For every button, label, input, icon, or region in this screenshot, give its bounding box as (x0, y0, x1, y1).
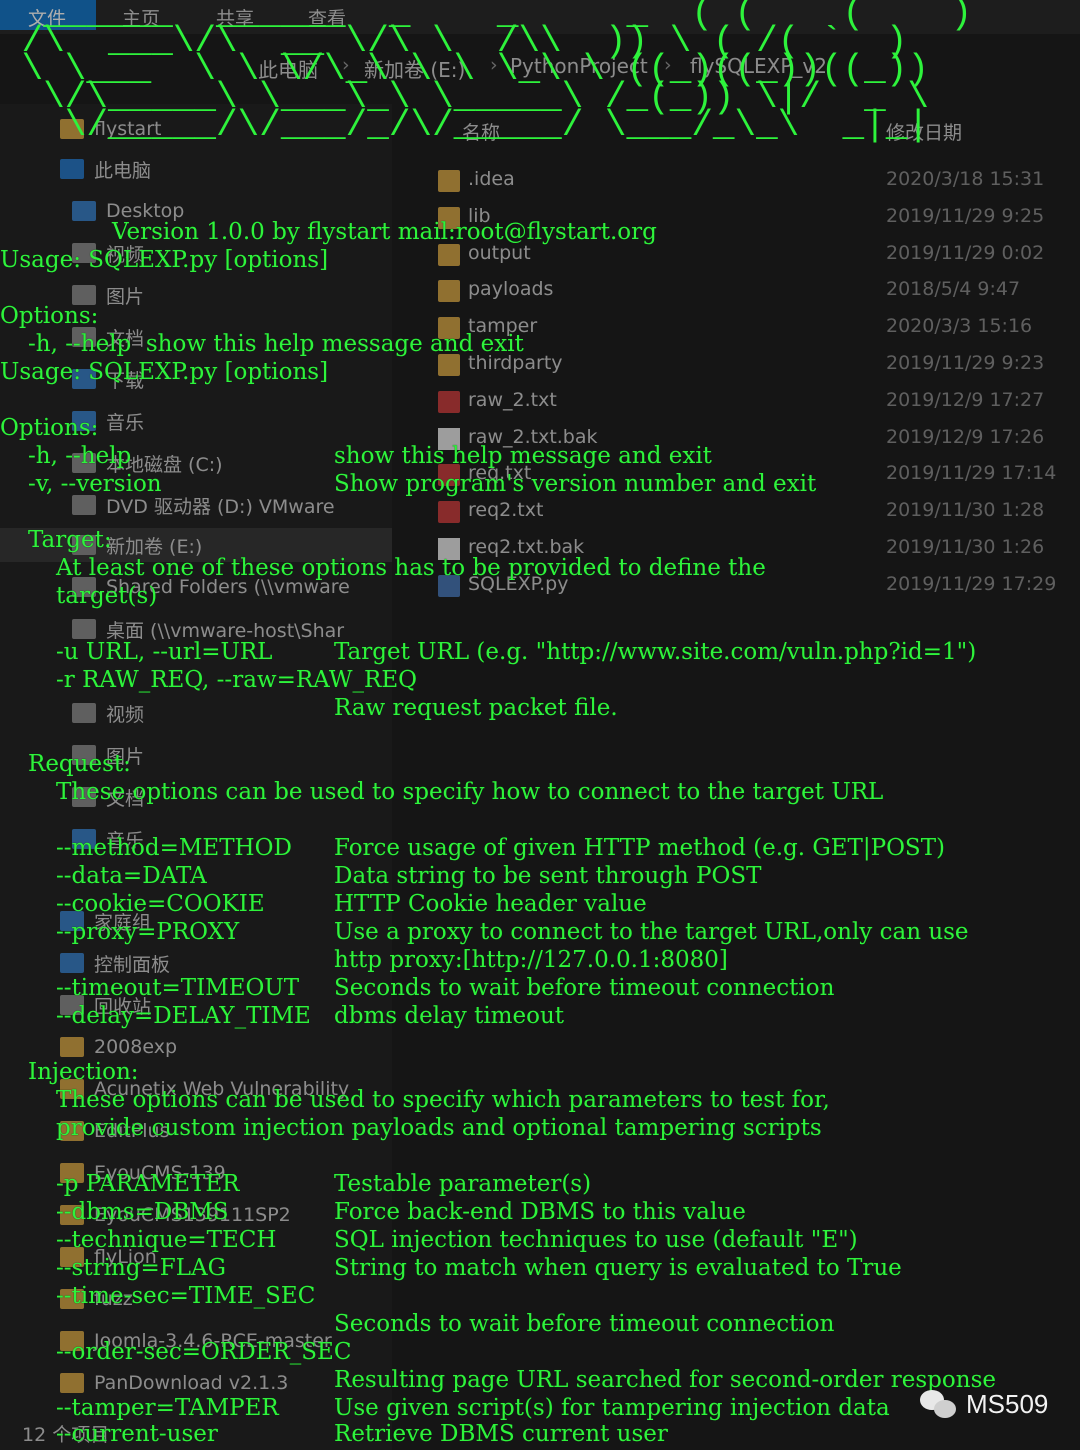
wechat-icon (920, 1388, 960, 1420)
option-description: Show program's version number and exit (334, 471, 817, 497)
option-flag: -v, --version (28, 471, 162, 497)
option-description: Force back-end DBMS to this value (334, 1199, 746, 1225)
option-flag: -h, --help (28, 443, 132, 469)
option-description: show this help message and exit (334, 443, 712, 469)
option-description: Testable parameter(s) (334, 1171, 592, 1197)
option-description: Data string to be sent through POST (334, 863, 762, 889)
usage-line: Usage: SQLEXP.py [options] (0, 247, 329, 273)
option-flag: --data=DATA (56, 863, 207, 889)
option-description: Retrieve DBMS current user (334, 1421, 668, 1447)
section-description: These options can be used to specify whi… (56, 1087, 830, 1113)
option-description: Seconds to wait before timeout connectio… (334, 1311, 835, 1337)
section-heading-target: Target: (28, 527, 112, 553)
option-description: http proxy:[http://127.0.0.1:8080] (334, 947, 728, 973)
terminal-output: ______ ______ _ _ _ ( ( ( ) /\ ___\/\ __… (0, 0, 1080, 1450)
options-heading: Options: (0, 303, 99, 329)
watermark-text: MS509 (966, 1388, 1049, 1419)
option-description: Target URL (e.g. "http://www.site.com/vu… (334, 639, 977, 665)
option-flag: --dbms=DBMS (56, 1199, 229, 1225)
option-flag: -u URL, --url=URL (56, 639, 273, 665)
section-description: These options can be used to specify how… (56, 779, 884, 805)
option-flag: --string=FLAG (56, 1255, 226, 1281)
option-flag: --time-sec=TIME_SEC (56, 1283, 316, 1309)
option-description: HTTP Cookie header value (334, 891, 647, 917)
version-line: Version 1.0.0 by flystart mail:root@flys… (112, 219, 657, 245)
section-description: At least one of these options has to be … (56, 555, 766, 581)
option-flag: -r RAW_REQ, --raw=RAW_REQ (56, 667, 417, 693)
section-heading-request: Request: (28, 751, 131, 777)
section-description: provide custom injection payloads and op… (56, 1115, 822, 1141)
help-option-line: -h, --help show this help message and ex… (28, 331, 524, 357)
option-description: Resulting page URL searched for second-o… (334, 1367, 996, 1393)
option-description: Force usage of given HTTP method (e.g. G… (334, 835, 946, 861)
option-flag: --delay=DELAY_TIME (56, 1003, 311, 1029)
option-description: String to match when query is evaluated … (334, 1255, 902, 1281)
option-description: Use given script(s) for tampering inject… (334, 1395, 890, 1421)
ascii-banner: ______ ______ _ _ _ ( ( ( ) /\ ___\/\ __… (21, 0, 973, 146)
option-flag: --timeout=TIMEOUT (56, 975, 300, 1001)
option-description: SQL injection techniques to use (default… (334, 1227, 858, 1253)
option-flag: --tamper=TAMPER (56, 1395, 279, 1421)
option-description: Use a proxy to connect to the target URL… (334, 919, 969, 945)
option-flag: --order-sec=ORDER_SEC (56, 1339, 352, 1365)
section-heading-injection: Injection: (28, 1059, 139, 1085)
option-flag: --technique=TECH (56, 1227, 277, 1253)
option-description: Seconds to wait before timeout connectio… (334, 975, 835, 1001)
watermark: MS509 (920, 1388, 1048, 1420)
option-flag: --current-user (56, 1421, 218, 1447)
option-flag: --method=METHOD (56, 835, 292, 861)
option-description: dbms delay timeout (334, 1003, 564, 1029)
option-flag: -p PARAMETER (56, 1171, 240, 1197)
usage-line: Usage: SQLEXP.py [options] (0, 359, 329, 385)
option-flag: --cookie=COOKIE (56, 891, 265, 917)
section-description: target(s) (56, 583, 158, 609)
options-heading: Options: (0, 415, 99, 441)
option-flag: --proxy=PROXY (56, 919, 240, 945)
option-description: Raw request packet file. (334, 695, 618, 721)
